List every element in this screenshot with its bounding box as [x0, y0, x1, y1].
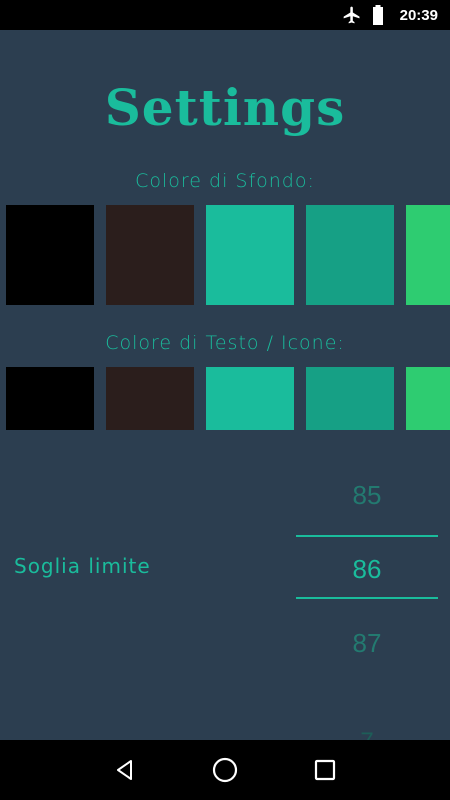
back-icon[interactable] — [105, 750, 145, 790]
home-icon[interactable] — [205, 750, 245, 790]
picker-previous-value[interactable]: 85 — [296, 480, 438, 511]
threshold-number-picker[interactable]: 85 86 87 7 — [296, 460, 438, 740]
airplane-mode-icon — [342, 5, 362, 25]
picker-next-value[interactable]: 87 — [296, 628, 438, 659]
text-swatch-dark-brown[interactable] — [106, 367, 194, 430]
picker-selected-value[interactable]: 86 — [296, 554, 438, 585]
background-color-swatches — [6, 205, 450, 305]
text-color-label: Colore di Testo / Icone: — [105, 332, 345, 354]
background-swatch-green-sea[interactable] — [306, 205, 394, 305]
background-swatch-turquoise[interactable] — [206, 205, 294, 305]
threshold-label: Soglia limite — [14, 554, 151, 578]
recents-icon[interactable] — [305, 750, 345, 790]
battery-icon — [372, 5, 384, 25]
background-swatch-emerald[interactable] — [406, 205, 450, 305]
background-swatch-dark-brown[interactable] — [106, 205, 194, 305]
status-time: 20:39 — [399, 6, 438, 24]
picker-divider-bottom — [296, 597, 438, 599]
background-color-label: Colore di Sfondo: — [135, 170, 315, 192]
text-color-swatches — [6, 367, 450, 430]
settings-screen: Settings Colore di Sfondo: Colore di Tes… — [0, 30, 450, 740]
picker-divider-top — [296, 535, 438, 537]
picker-far-value[interactable]: 7 — [296, 728, 438, 740]
navigation-bar — [0, 740, 450, 800]
status-bar: 20:39 — [0, 0, 450, 30]
text-swatch-emerald[interactable] — [406, 367, 450, 430]
text-swatch-green-sea[interactable] — [306, 367, 394, 430]
text-swatch-turquoise[interactable] — [206, 367, 294, 430]
text-swatch-black[interactable] — [6, 367, 94, 430]
background-swatch-black[interactable] — [6, 205, 94, 305]
page-title: Settings — [104, 78, 346, 137]
